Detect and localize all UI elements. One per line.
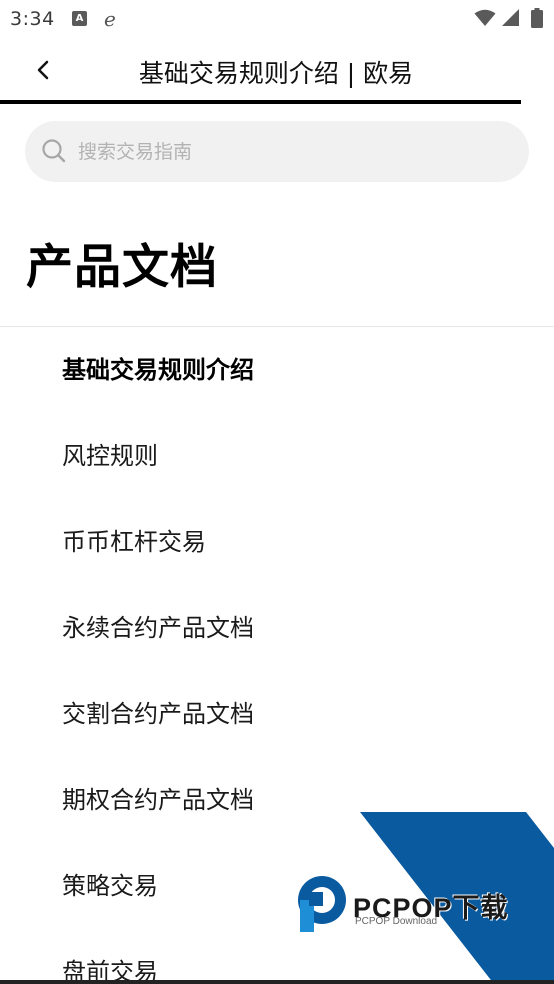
status-bar: 3:34 A e [0,0,554,38]
nav-item-perpetual-swap-docs[interactable]: 永续合约产品文档 [0,585,554,671]
header-underline [0,100,521,104]
nav-item-futures-docs[interactable]: 交割合约产品文档 [0,671,554,757]
search-input[interactable] [78,121,508,182]
search-icon [42,139,66,163]
search-bar[interactable] [25,121,529,182]
signal-icon [502,9,519,26]
watermark-subtext: PCPOP Download [355,916,438,927]
bottom-edge [0,980,554,984]
notification-a-icon: A [72,11,87,26]
nav-item-margin-trading[interactable]: 币币杠杆交易 [0,499,554,585]
nav-item-basic-trading-rules[interactable]: 基础交易规则介绍 [0,327,554,413]
browser-e-icon: e [104,7,116,31]
page-title: 基础交易规则介绍 | 欧易 [138,59,414,88]
top-app-bar: 基础交易规则介绍 | 欧易 [0,38,554,102]
section-heading: 产品文档 [26,240,218,295]
wifi-icon [474,9,496,26]
watermark: PCPOP下载 PCPOP Download [296,812,554,984]
battery-icon [531,8,543,28]
nav-item-risk-control-rules[interactable]: 风控规则 [0,413,554,499]
app-screen: 3:34 A e 基础交易规则介绍 | 欧易 产品文档 [0,0,554,984]
pcpop-logo-icon [298,876,346,932]
status-time: 3:34 [10,8,55,30]
